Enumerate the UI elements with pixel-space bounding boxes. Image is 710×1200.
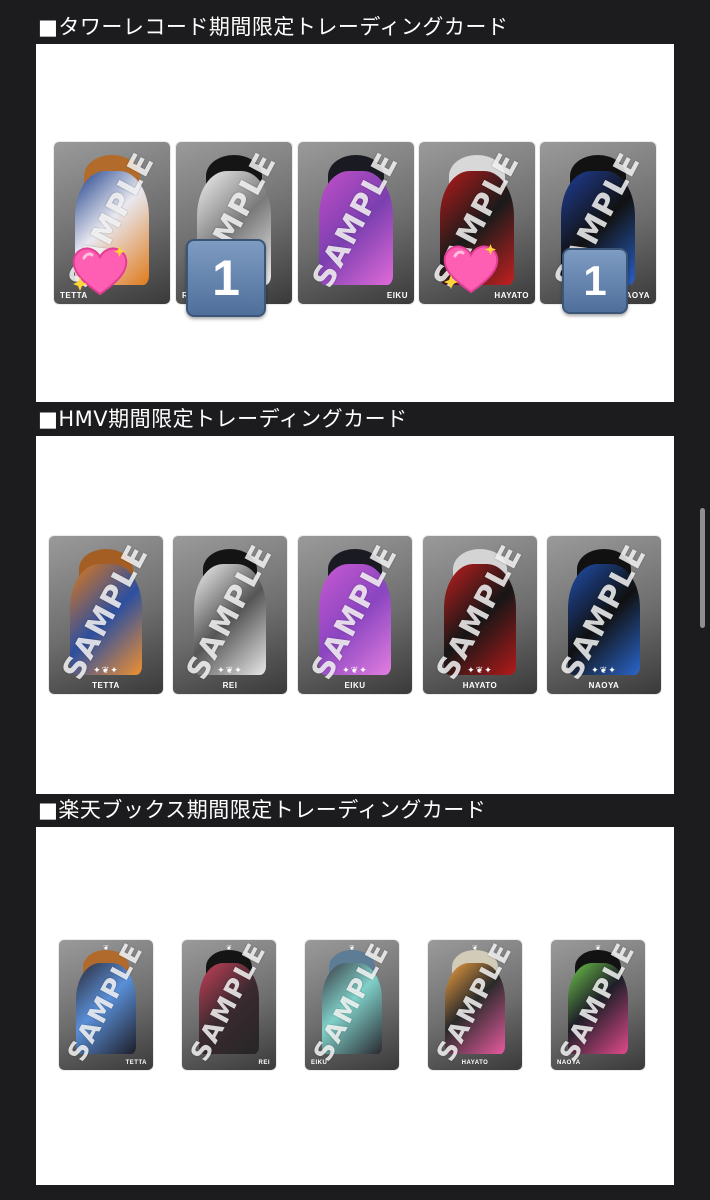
trading-card-hayato[interactable]: ❦ SAMPLE HAYATO: [428, 940, 522, 1070]
card-member-name: HAYATO: [462, 681, 498, 690]
trading-card-eiku[interactable]: ❦ SAMPLE EIKU: [305, 940, 399, 1070]
trading-card-naoya[interactable]: ❦ SAMPLE NAOYA: [551, 940, 645, 1070]
card-panel-hmv: SAMPLE ✦❦✦ TETTA SAMPLE ✦❦✦ REI SAMPLE ✦…: [36, 436, 674, 794]
card-member-name: NAOYA: [557, 1060, 581, 1066]
trading-card-rei[interactable]: SAMPLE ✦❦✦ REI: [173, 536, 287, 694]
card-panel-rakuten-books: ❦ SAMPLE TETTA ❦ SAMPLE REI ❦ SAMPLE EIK…: [36, 827, 674, 1185]
trading-card-tetta[interactable]: ❦ SAMPLE TETTA: [59, 940, 153, 1070]
section-title-rakuten-books: ■楽天ブックス期間限定トレーディングカード: [38, 798, 487, 822]
card-member-name: EIKU: [344, 681, 366, 690]
keycap-one-icon: 1: [562, 248, 628, 314]
group-logo: ✦❦✦: [467, 666, 493, 676]
keycap-one-icon: 1: [186, 239, 266, 317]
group-logo: ✦❦✦: [217, 666, 243, 676]
card-panel-tower-records: SAMPLE TETTA SAMPLE REI SAMPLE EIKU SAMP…: [36, 44, 674, 402]
section-title-tower-records: ■タワーレコード期間限定トレーディングカード: [38, 15, 509, 39]
trading-card-rei[interactable]: ❦ SAMPLE REI: [182, 940, 276, 1070]
section-title-hmv: ■HMV期間限定トレーディングカード: [38, 407, 408, 431]
card-member-name: TETTA: [125, 1060, 147, 1066]
trading-card-eiku[interactable]: SAMPLE ✦❦✦ EIKU: [298, 536, 412, 694]
card-member-name: REI: [258, 1060, 270, 1066]
group-logo: ✦❦✦: [93, 666, 119, 676]
group-logo: ✦❦✦: [591, 666, 617, 676]
card-member-name: HAYATO: [461, 1060, 489, 1066]
sparkling-heart-icon: [72, 246, 128, 296]
trading-card-tetta[interactable]: SAMPLE ✦❦✦ TETTA: [49, 536, 163, 694]
vertical-scrollbar[interactable]: [700, 508, 705, 628]
card-member-name: TETTA: [92, 681, 120, 690]
trading-card-naoya[interactable]: SAMPLE ✦❦✦ NAOYA: [547, 536, 661, 694]
trading-card-eiku[interactable]: SAMPLE EIKU: [298, 142, 414, 304]
trading-card-hayato[interactable]: SAMPLE ✦❦✦ HAYATO: [423, 536, 537, 694]
group-logo: ✦❦✦: [342, 666, 368, 676]
card-member-name: EIKU: [386, 291, 408, 300]
card-member-name: REI: [222, 681, 238, 690]
card-member-name: EIKU: [311, 1060, 328, 1066]
sparkling-heart-icon: [443, 244, 499, 294]
card-member-name: NAOYA: [588, 681, 620, 690]
